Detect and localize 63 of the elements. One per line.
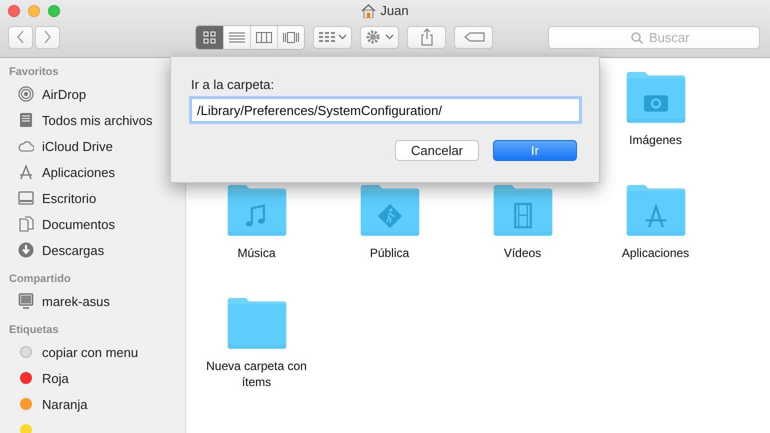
- home-icon: [361, 4, 376, 18]
- sidebar-item[interactable]: Descargas: [0, 237, 185, 263]
- drawer-icon: [18, 112, 34, 128]
- folder-label: Aplicaciones: [620, 245, 690, 261]
- folder-icon[interactable]: [624, 69, 686, 125]
- sidebar-item[interactable]: marek-asus: [0, 288, 185, 314]
- path-field[interactable]: /Library/Preferences/SystemConfiguration/: [191, 98, 580, 122]
- grid-icon: [202, 30, 218, 44]
- columns-icon: [256, 30, 272, 44]
- apps-icon: [18, 164, 34, 180]
- list-icon: [229, 30, 245, 44]
- sidebar-item[interactable]: Documentos: [0, 211, 185, 237]
- sidebar-item[interactable]: Todos mis archivos: [0, 107, 185, 133]
- gear-icon: [364, 29, 394, 45]
- folder-icon[interactable]: [624, 182, 686, 238]
- cancel-button[interactable]: Cancelar: [395, 140, 479, 161]
- folder-label: Pública: [368, 245, 410, 261]
- monitor-icon: [18, 293, 34, 309]
- cloud-icon: [18, 138, 34, 154]
- sidebar-item[interactable]: copiar con menu: [0, 339, 185, 365]
- folder-label: Imágenes: [628, 132, 683, 148]
- tag-button[interactable]: [454, 26, 493, 48]
- back-button[interactable]: [8, 26, 33, 48]
- airdrop-icon: [18, 86, 34, 102]
- cover-flow-icon: [283, 30, 299, 44]
- folder-icon[interactable]: [226, 182, 288, 238]
- folder-icon[interactable]: [492, 182, 554, 238]
- sidebar-heading: Compartido: [8, 272, 72, 287]
- view-mode-button[interactable]: [223, 26, 250, 48]
- folder-icon[interactable]: [226, 295, 288, 351]
- sidebar-item[interactable]: Roja: [0, 365, 185, 391]
- share-icon: [420, 28, 434, 46]
- sidebar-item[interactable]: AirDrop: [0, 81, 185, 107]
- sidebar-item[interactable]: Aplicaciones: [0, 159, 185, 185]
- sidebar-heading: Etiquetas: [8, 323, 60, 338]
- close-button[interactable]: [8, 5, 20, 17]
- folder-label: Vídeos: [502, 245, 542, 261]
- sidebar-item[interactable]: iCloud Drive: [0, 133, 185, 159]
- share-button[interactable]: [407, 26, 446, 48]
- arrange-button[interactable]: [313, 26, 352, 48]
- view-mode-button[interactable]: [196, 26, 223, 48]
- view-mode-button[interactable]: [250, 26, 277, 48]
- search-field[interactable]: Buscar: [548, 26, 760, 48]
- forward-button[interactable]: [35, 26, 60, 48]
- tag-icon: [462, 31, 486, 43]
- folder-label: Nueva carpeta con ítems: [205, 358, 308, 390]
- sidebar-item[interactable]: Escritorio: [0, 185, 185, 211]
- dialog-label: Ir a la carpeta:: [191, 77, 276, 92]
- zoom-button[interactable]: [48, 5, 60, 17]
- folder-label: Música: [236, 245, 276, 261]
- view-mode-button[interactable]: [277, 26, 304, 48]
- download-icon: [18, 242, 34, 258]
- documents-icon: [18, 216, 34, 232]
- folder-icon[interactable]: [358, 182, 420, 238]
- arrange-icon: [318, 30, 348, 44]
- chevron-right-icon: [43, 30, 52, 44]
- desktop-icon: [18, 190, 34, 206]
- sidebar-item[interactable]: Naranja: [0, 391, 185, 417]
- minimize-button[interactable]: [28, 5, 40, 17]
- window-title: Juan: [380, 3, 409, 18]
- chevron-left-icon: [16, 30, 25, 44]
- sidebar-heading: Favoritos: [8, 65, 60, 80]
- action-button[interactable]: [360, 26, 399, 48]
